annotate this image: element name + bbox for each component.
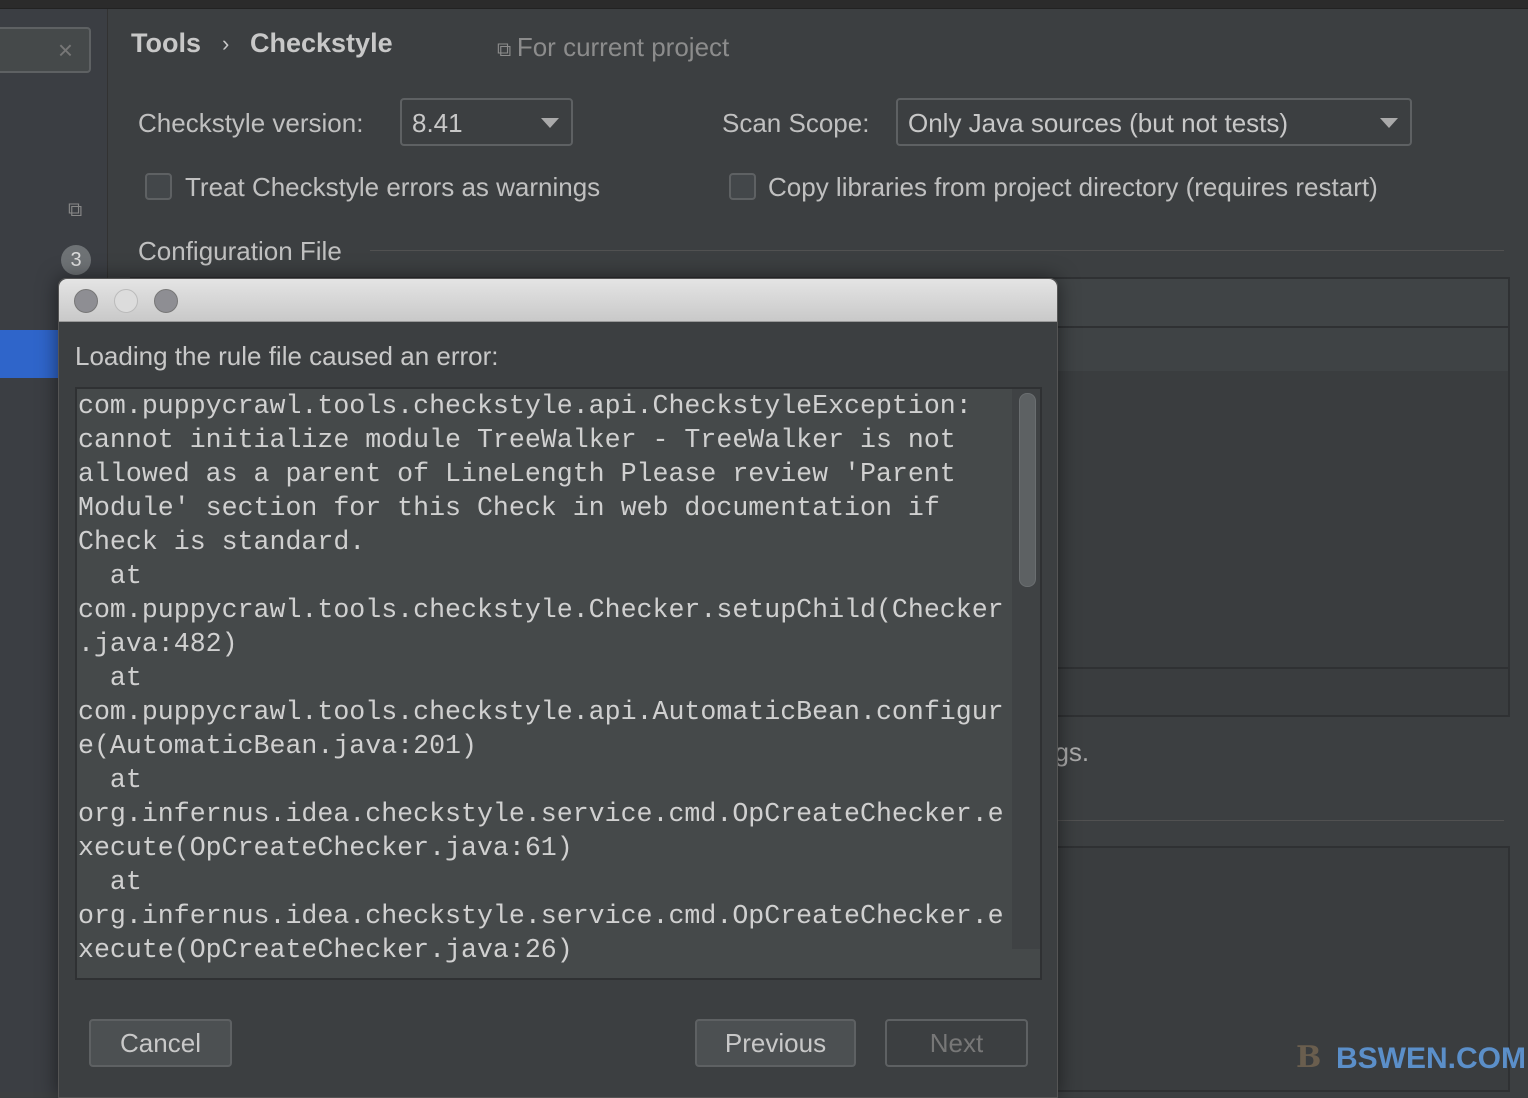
project-scope-icon: ⧉: [68, 199, 83, 221]
cancel-button[interactable]: Cancel: [89, 1019, 232, 1067]
sidebar-selected-item[interactable]: [0, 330, 60, 378]
version-select[interactable]: 8.41: [400, 98, 573, 146]
treat-errors-checkbox[interactable]: [145, 173, 172, 200]
copy-libs-checkbox[interactable]: [729, 173, 756, 200]
watermark: BSWEN.COM: [1336, 1042, 1526, 1075]
close-window-button[interactable]: [74, 289, 98, 313]
next-button[interactable]: Next: [885, 1019, 1028, 1067]
version-value: 8.41: [412, 108, 463, 138]
window-top-bar: [0, 0, 1528, 9]
error-message: Loading the rule file caused an error:: [75, 341, 499, 371]
project-scope-icon: ⧉: [497, 39, 517, 61]
scrollbar-thumb[interactable]: [1019, 393, 1036, 587]
count-badge: 3: [61, 245, 91, 275]
scope-hint: ⧉ For current project: [497, 32, 729, 63]
treat-errors-label[interactable]: Treat Checkstyle errors as warnings: [185, 172, 600, 203]
chevron-down-icon: [1380, 118, 1398, 128]
breadcrumb-separator: ›: [222, 31, 230, 56]
error-stacktrace: com.puppycrawl.tools.checkstyle.api.Chec…: [78, 391, 1004, 965]
settings-search-input[interactable]: ×: [0, 27, 91, 73]
error-details-textarea[interactable]: com.puppycrawl.tools.checkstyle.api.Chec…: [75, 387, 1042, 980]
previous-button[interactable]: Previous: [695, 1019, 856, 1067]
copy-libs-label[interactable]: Copy libraries from project directory (r…: [768, 172, 1378, 203]
error-dialog: Loading the rule file caused an error: c…: [58, 278, 1058, 1098]
version-label: Checkstyle version:: [138, 108, 364, 138]
breadcrumb-checkstyle: Checkstyle: [250, 28, 393, 58]
scan-scope-label: Scan Scope:: [722, 108, 870, 138]
divider: [370, 250, 1504, 251]
scan-scope-select[interactable]: Only Java sources (but not tests): [896, 98, 1412, 146]
minimize-window-button[interactable]: [114, 289, 138, 313]
breadcrumb-tools[interactable]: Tools: [131, 28, 201, 59]
scan-scope-value: Only Java sources (but not tests): [908, 108, 1289, 138]
watermark-logo-icon: B: [1296, 1040, 1322, 1075]
scrollbar-track[interactable]: [1012, 389, 1040, 949]
chevron-down-icon: [541, 118, 559, 128]
clear-search-icon[interactable]: ×: [58, 35, 73, 66]
scope-hint-text: For current project: [516, 32, 730, 62]
config-file-heading: Configuration File: [138, 236, 342, 266]
maximize-window-button[interactable]: [154, 289, 178, 313]
dialog-titlebar[interactable]: [59, 279, 1057, 322]
